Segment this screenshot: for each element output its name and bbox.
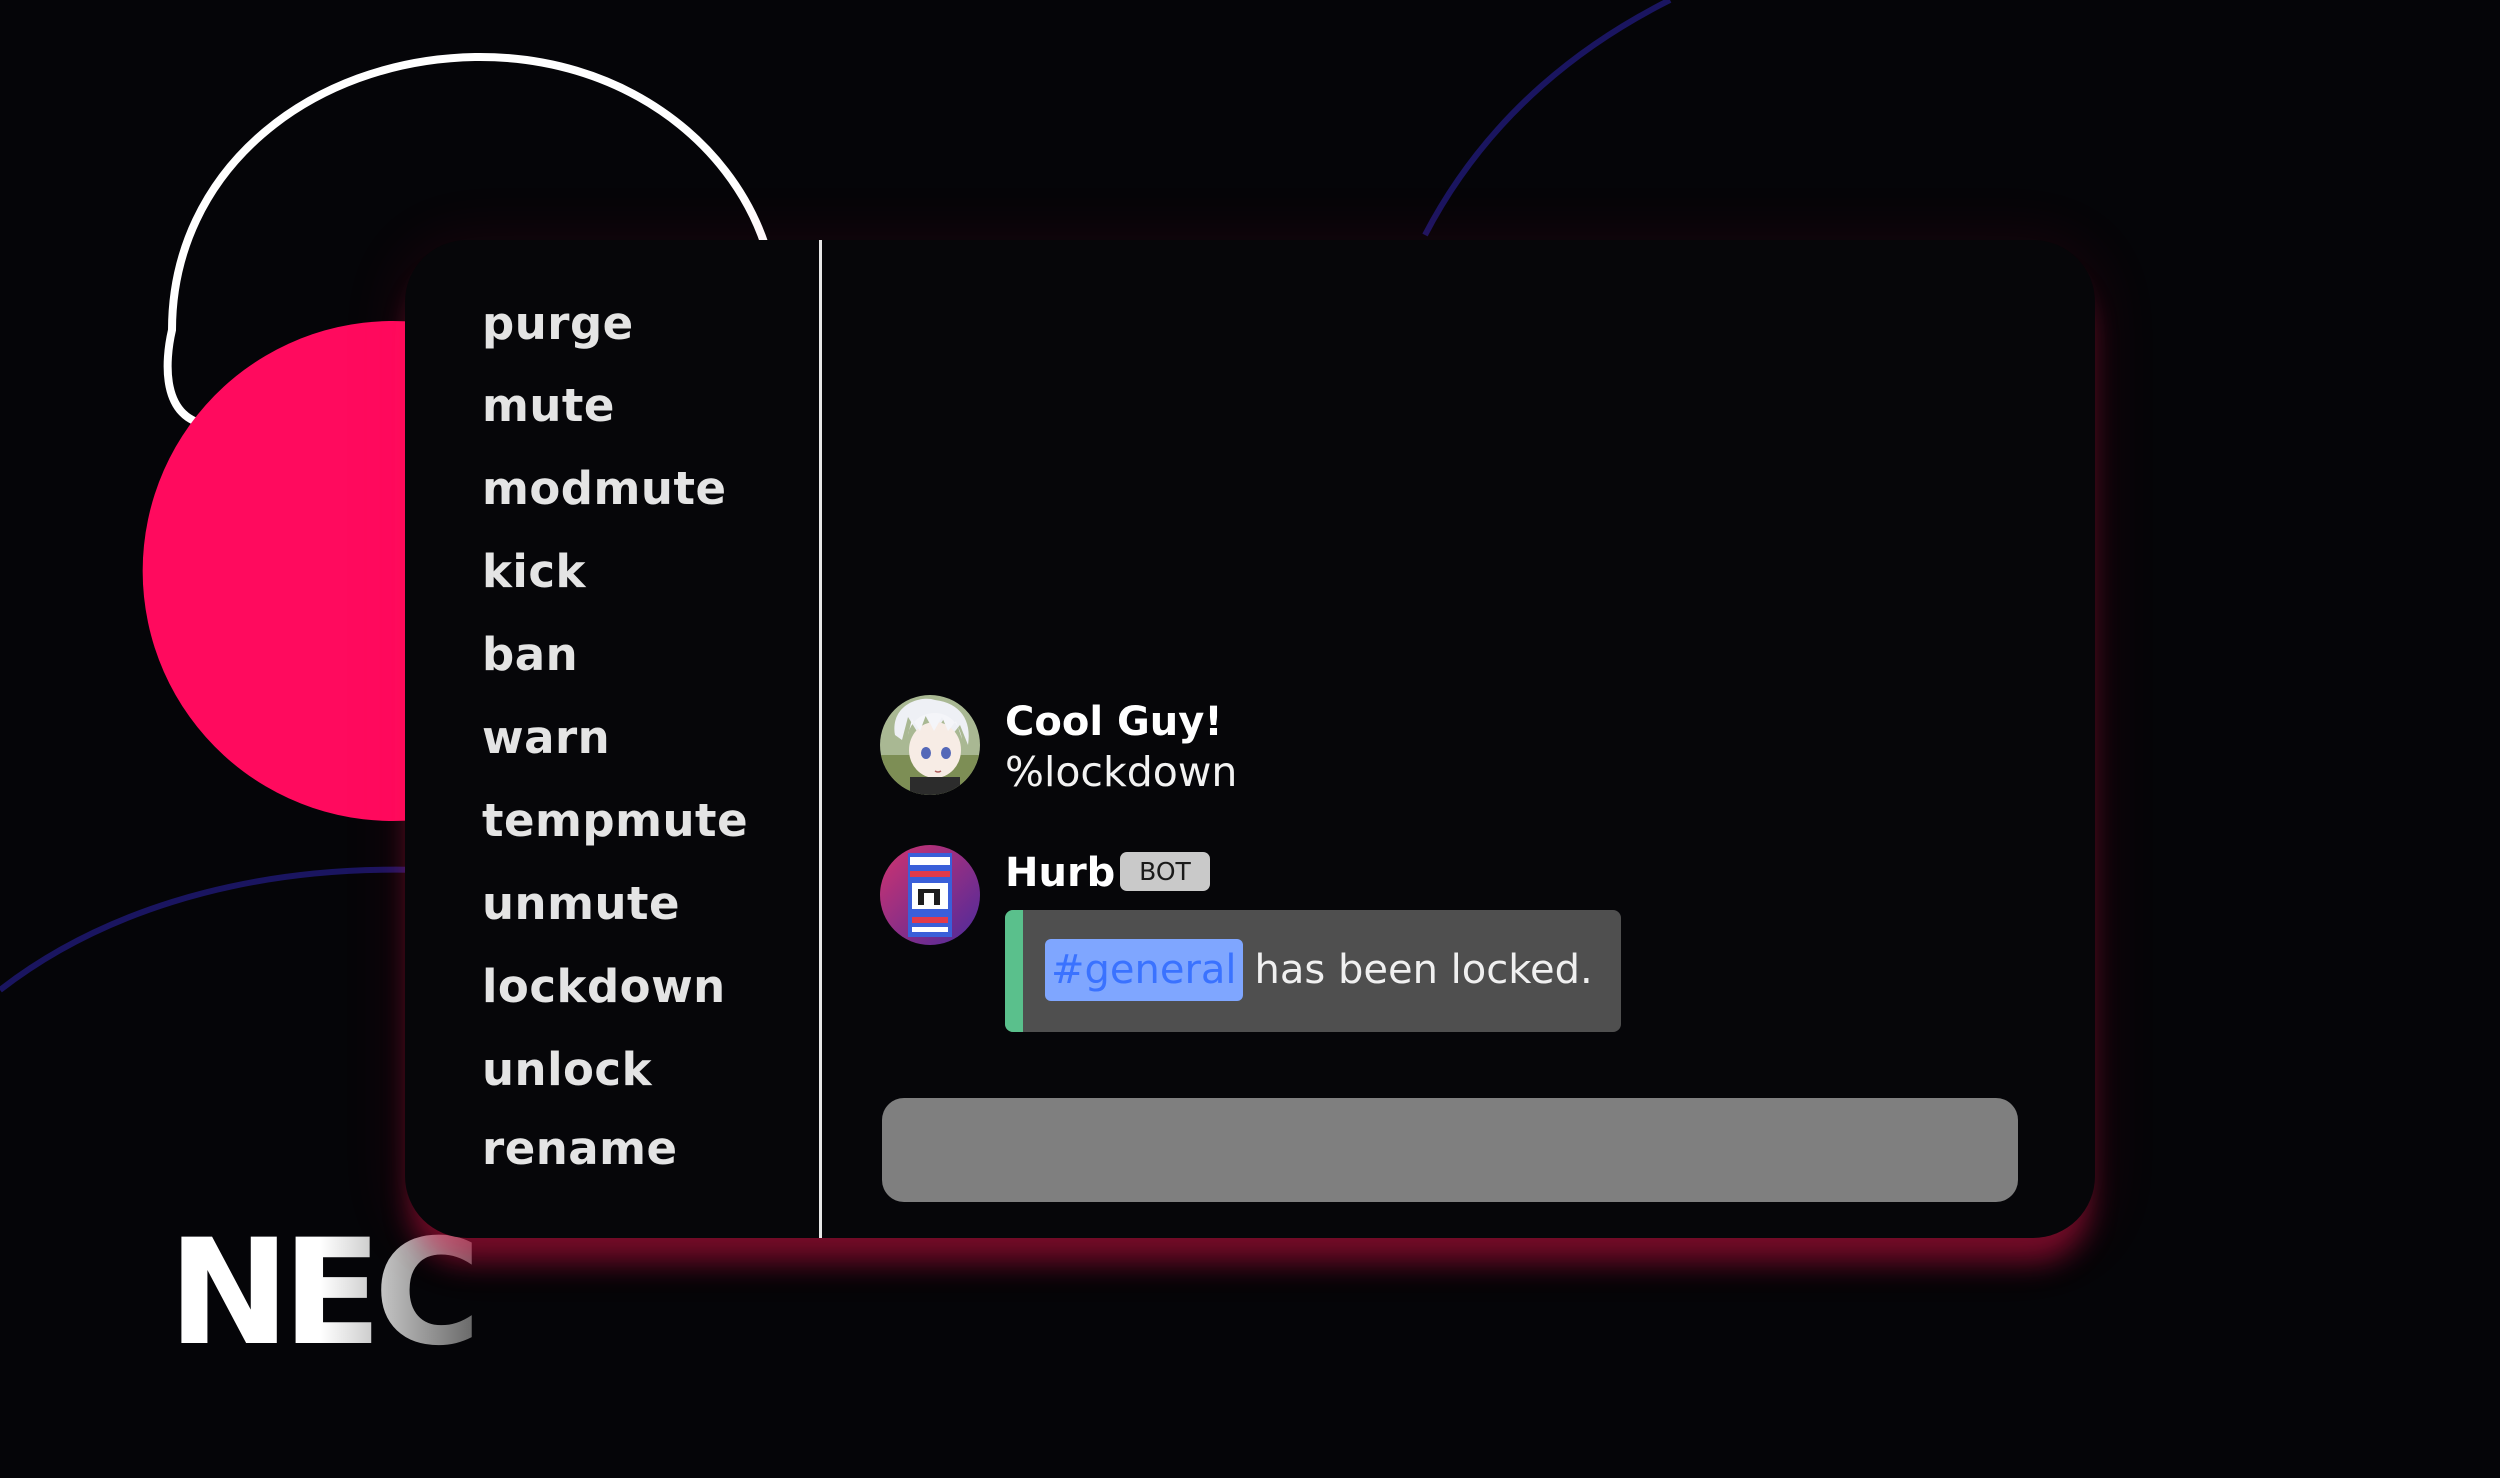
command-item-tempmute[interactable]: tempmute [482,798,748,843]
navy-arc-bottom-left [0,866,421,993]
command-item-unlock[interactable]: unlock [482,1047,652,1092]
command-item-rename[interactable]: rename [482,1126,678,1171]
command-item-mute[interactable]: mute [482,383,615,428]
message-author-bot[interactable]: Hurb [1005,853,1115,893]
command-item-modmute[interactable]: modmute [482,466,726,511]
navy-arc-top-right [1422,0,1672,237]
app-window: purge mute modmute kick ban warn tempmut… [405,240,2095,1238]
message-input[interactable] [882,1098,2018,1202]
channel-mention[interactable]: #general [1045,939,1243,1001]
command-item-ban[interactable]: ban [482,632,578,677]
message-author[interactable]: Cool Guy! [1005,702,1223,742]
embed-content: #general has been locked. [1045,939,1593,1001]
embed-accent-bar [1005,910,1023,1032]
command-item-purge[interactable]: purge [482,301,634,346]
anime-character-avatar-icon[interactable] [880,695,980,795]
command-item-lockdown[interactable]: lockdown [482,964,726,1009]
embed-text: has been locked. [1254,947,1593,993]
bot-badge: BOT [1120,852,1210,891]
command-item-warn[interactable]: warn [482,715,610,760]
command-sidebar: purge mute modmute kick ban warn tempmut… [405,240,820,1238]
message-embed: #general has been locked. [1005,910,1621,1032]
brand-logo: NEC [168,1208,481,1378]
bot-robot-avatar-icon[interactable] [880,845,980,945]
message-text: %lockdown [1005,748,1238,796]
pink-circle [142,321,415,821]
command-item-kick[interactable]: kick [482,549,586,594]
command-item-unmute[interactable]: unmute [482,881,680,926]
